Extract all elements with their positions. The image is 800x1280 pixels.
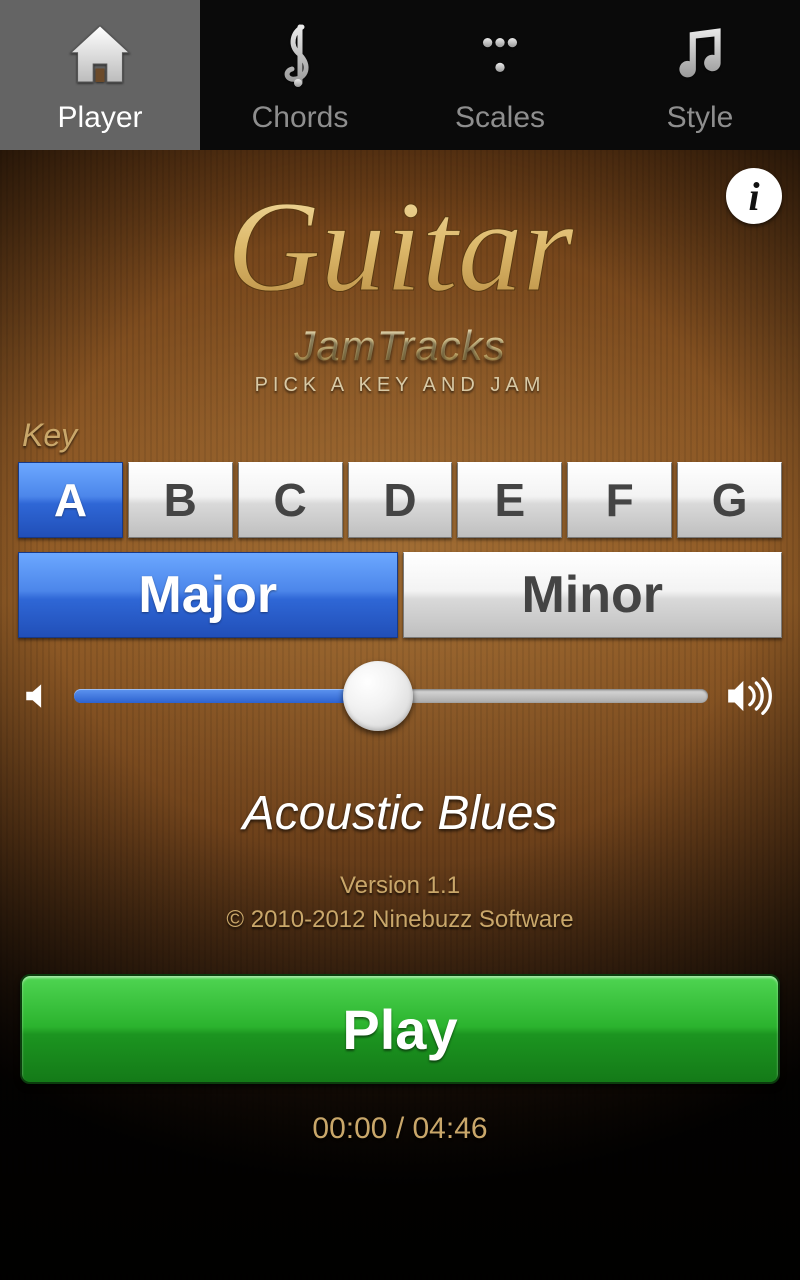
key-label: Key — [22, 417, 800, 454]
key-note-g[interactable]: G — [677, 462, 782, 538]
time-total: 04:46 — [413, 1112, 488, 1145]
play-button-label: Play — [342, 997, 457, 1062]
key-note-c[interactable]: C — [238, 462, 343, 538]
key-note-b[interactable]: B — [128, 462, 233, 538]
time-current: 00:00 — [312, 1112, 387, 1145]
tab-label: Style — [667, 101, 734, 135]
about-block: Version 1.1 © 2010-2012 Ninebuzz Softwar… — [0, 869, 800, 936]
logo-subtitle: JamTracks — [294, 322, 505, 370]
svg-text:Guitar: Guitar — [227, 175, 574, 319]
key-mode-segment: MajorMinor — [0, 552, 800, 638]
app-logo: Guitar JamTracks PICK A KEY AND JAM — [0, 170, 800, 397]
guitar-script-logo: Guitar — [190, 170, 610, 340]
volume-high-icon — [726, 674, 778, 718]
player-panel: i Guitar JamTracks PICK A KEY AND JAM Ke… — [0, 150, 800, 1280]
track-name: Acoustic Blues — [0, 786, 800, 841]
treble-clef-icon — [260, 15, 340, 95]
tab-style[interactable]: Style — [600, 0, 800, 150]
play-button[interactable]: Play — [20, 974, 780, 1084]
info-icon: i — [748, 173, 759, 220]
tab-chords[interactable]: Chords — [200, 0, 400, 150]
tab-label: Chords — [252, 101, 349, 135]
logo-tagline: PICK A KEY AND JAM — [255, 374, 546, 397]
key-note-d[interactable]: D — [348, 462, 453, 538]
copyright-text: © 2010-2012 Ninebuzz Software — [0, 903, 800, 937]
tab-player[interactable]: Player — [0, 0, 200, 150]
volume-slider[interactable] — [74, 666, 708, 726]
home-icon — [60, 15, 140, 95]
fretboard-grid-icon — [460, 15, 540, 95]
volume-row — [0, 638, 800, 726]
time-sep: / — [387, 1112, 412, 1145]
version-text: Version 1.1 — [0, 869, 800, 903]
volume-low-icon — [22, 679, 56, 713]
key-note-segment: ABCDEFG — [0, 462, 800, 538]
info-button[interactable]: i — [726, 168, 782, 224]
tab-label: Player — [57, 101, 142, 135]
key-mode-minor[interactable]: Minor — [403, 552, 783, 638]
key-mode-major[interactable]: Major — [18, 552, 398, 638]
tab-scales[interactable]: Scales — [400, 0, 600, 150]
time-display: 00:00 / 04:46 — [0, 1112, 800, 1146]
key-note-a[interactable]: A — [18, 462, 123, 538]
music-notes-icon — [660, 15, 740, 95]
key-note-f[interactable]: F — [567, 462, 672, 538]
key-note-e[interactable]: E — [457, 462, 562, 538]
tab-label: Scales — [455, 101, 545, 135]
tab-bar: Player Chords — [0, 0, 800, 150]
